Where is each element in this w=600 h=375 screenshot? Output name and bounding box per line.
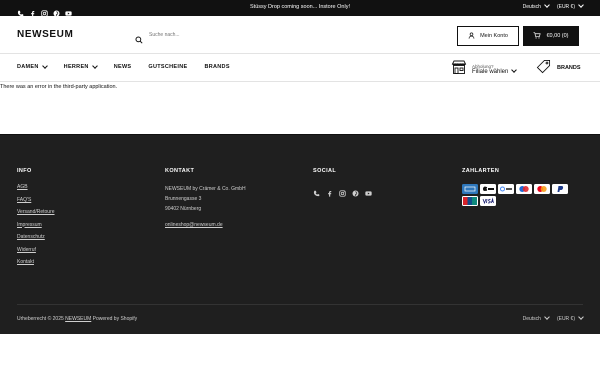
language-selector[interactable]: Deutsch (522, 2, 550, 10)
cart-icon (533, 31, 542, 41)
topbar-locale: Deutsch (EUR €) (522, 2, 584, 10)
footer-social-icons (313, 184, 372, 197)
powered-by[interactable]: Powered by Shopify (93, 316, 137, 322)
chevron-down-icon (91, 63, 98, 69)
cart-button[interactable]: €0,00 (0) (523, 26, 579, 46)
account-button[interactable]: Mein Konto (457, 26, 519, 46)
nav-item-brands[interactable]: BRANDS (204, 64, 229, 70)
pinterest-icon[interactable] (352, 184, 359, 197)
store-select-text: Filiale wählen (472, 69, 509, 75)
nav-item-label: BRANDS (204, 64, 230, 70)
tag-icon (536, 59, 551, 76)
error-message: There was an error in the third-party ap… (0, 84, 118, 90)
facebook-icon[interactable] (326, 184, 333, 197)
visa-icon (480, 196, 496, 206)
search-input[interactable] (149, 32, 349, 38)
footer-language-selector[interactable]: Deutsch (522, 314, 550, 322)
footer-social-heading: SOCIAL (313, 168, 337, 174)
nav-item-herren[interactable]: HERREN (63, 63, 98, 70)
footer-info-heading: INFO (17, 168, 32, 174)
copyright: Urheberrecht © 2025 NEWSEUM Powered by S… (17, 316, 137, 322)
footer-link-impressum[interactable]: Impressum (17, 222, 55, 228)
copyright-prefix: Urheberrecht © 2025 (17, 316, 64, 322)
nav-item-label: NEWS (113, 64, 132, 70)
site-footer: INFO AGB FAQ'S Versand/Retoure Impressum… (0, 134, 600, 334)
footer-kontakt-column: KONTAKT NEWSEUM by Crämer & Co. GmbH Bru… (165, 168, 246, 235)
footer-link-faq[interactable]: FAQ'S (17, 197, 55, 203)
footer-link-widerruf[interactable]: Widerruf (17, 247, 55, 253)
site-logo[interactable]: NEWSEUM (17, 29, 73, 40)
footer-payments-heading: ZAHLARTEN (462, 168, 500, 174)
currency-label: (EUR €) (556, 4, 575, 10)
announcement-text[interactable]: Stüssy Drop coming soon... Instore Only! (0, 4, 600, 10)
instagram-icon[interactable] (339, 184, 346, 197)
store-selector[interactable]: Abholung? Filiale wählen (451, 59, 518, 80)
nav-item-gutscheine[interactable]: GUTSCHEINE (148, 64, 187, 70)
nav-item-label: DAMEN (17, 64, 39, 70)
nav-item-news[interactable]: NEWS (114, 64, 132, 70)
main-navigation: DAMEN HERREN NEWS GUTSCHEINE BRANDS Abho… (0, 54, 600, 82)
amex-icon (462, 184, 478, 194)
footer-payments-column: ZAHLARTEN (462, 168, 568, 206)
google-pay-icon (498, 184, 514, 194)
account-label: Mein Konto (480, 33, 508, 39)
brands-link[interactable]: BRANDS (536, 59, 581, 76)
nav-item-label: GUTSCHEINE (148, 64, 188, 70)
nav-items: DAMEN HERREN NEWS GUTSCHEINE BRANDS (17, 63, 230, 70)
footer-kontakt-heading: KONTAKT (165, 168, 195, 174)
nav-item-damen[interactable]: DAMEN (17, 63, 48, 70)
footer-link-agb[interactable]: AGB (17, 184, 55, 190)
maestro-icon (516, 184, 532, 194)
announcement-bar: Stüssy Drop coming soon... Instore Only!… (0, 0, 600, 17)
chevron-down-icon (41, 63, 48, 69)
company-city: 90402 Nürnberg (165, 206, 202, 212)
footer-info-column: INFO AGB FAQ'S Versand/Retoure Impressum… (17, 168, 55, 272)
footer-currency-selector[interactable]: (EUR €) (556, 314, 584, 322)
footer-link-kontakt[interactable]: Kontakt (17, 259, 55, 265)
mastercard-icon (534, 184, 550, 194)
currency-selector[interactable]: (EUR €) (556, 2, 584, 10)
chevron-down-icon (578, 314, 584, 320)
site-header: NEWSEUM Mein Konto €0,00 (0) (0, 16, 600, 54)
footer-locale: Deutsch (EUR €) (522, 314, 584, 322)
language-label: Deutsch (522, 4, 541, 10)
footer-currency-label: (EUR €) (556, 316, 575, 322)
paypal-icon (552, 184, 568, 194)
footer-social-column: SOCIAL (313, 168, 372, 197)
apple-pay-icon (480, 184, 496, 194)
store-select-label: Filiale wählen (472, 67, 518, 75)
footer-language-label: Deutsch (522, 316, 541, 322)
user-icon (468, 32, 475, 41)
search-bar[interactable] (135, 26, 450, 44)
chevron-down-icon (544, 314, 550, 320)
copyright-brand-link[interactable]: NEWSEUM (65, 316, 91, 322)
footer-link-datenschutz[interactable]: Datenschutz (17, 234, 55, 240)
chevron-down-icon (511, 67, 518, 73)
footer-link-versand[interactable]: Versand/Retoure (17, 209, 55, 215)
chevron-down-icon (544, 2, 550, 8)
payment-icons (462, 184, 568, 206)
youtube-icon[interactable] (365, 184, 372, 196)
brands-link-label: BRANDS (557, 64, 581, 71)
footer-divider (17, 304, 583, 305)
company-street: Brunnengasse 3 (165, 196, 202, 202)
chevron-down-icon (578, 2, 584, 8)
union-pay-icon (462, 196, 478, 206)
nav-item-label: HERREN (63, 64, 89, 70)
search-icon[interactable] (135, 31, 143, 44)
phone-icon[interactable] (313, 184, 320, 197)
contact-email-link[interactable]: onlineshop@newseum.de (165, 222, 246, 228)
company-name: NEWSEUM by Crämer & Co. GmbH (165, 186, 246, 192)
store-icon (451, 59, 467, 80)
cart-total: €0,00 (0) (546, 33, 569, 39)
